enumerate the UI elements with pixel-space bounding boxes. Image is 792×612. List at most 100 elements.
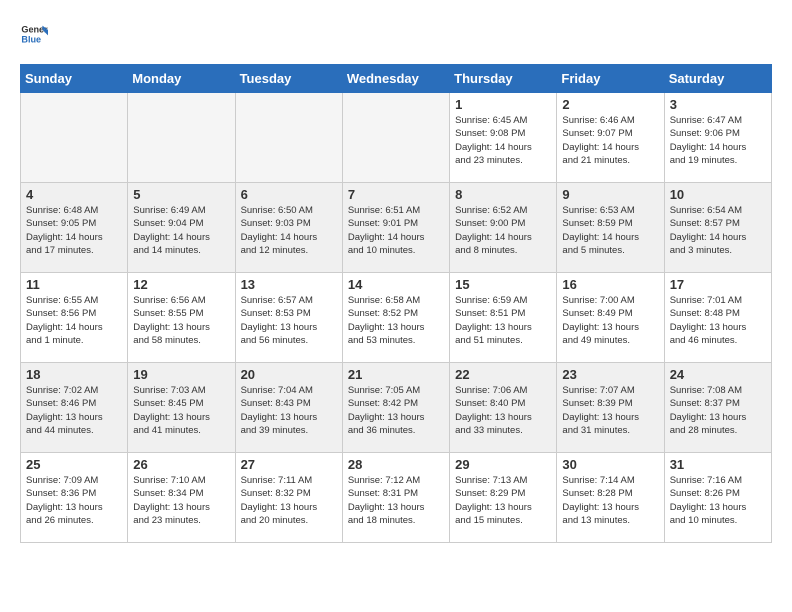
header-row: SundayMondayTuesdayWednesdayThursdayFrid…: [21, 65, 772, 93]
day-cell: [342, 93, 449, 183]
day-cell: 19Sunrise: 7:03 AM Sunset: 8:45 PM Dayli…: [128, 363, 235, 453]
day-info: Sunrise: 6:45 AM Sunset: 9:08 PM Dayligh…: [455, 114, 551, 167]
day-cell: 24 Sunrise: 7:08 AM Sunset: 8:37 PM Dayli…: [664, 363, 771, 453]
day-cell: [128, 93, 235, 183]
day-info: Sunrise: 7:03 AM Sunset: 8:45 PM Dayligh…: [133, 384, 229, 437]
day-number: 29: [455, 457, 551, 472]
header-cell-friday: Friday: [557, 65, 664, 93]
day-info: Sunrise: 7:08 AM Sunset: 8:37 PM Dayligh…: [670, 384, 766, 437]
day-cell: 1 Sunrise: 6:45 AM Sunset: 9:08 PM Daylig…: [450, 93, 557, 183]
day-info: Sunrise: 7:05 AM Sunset: 8:42 PM Dayligh…: [348, 384, 444, 437]
day-cell: 25Sunrise: 7:09 AM Sunset: 8:36 PM Dayli…: [21, 453, 128, 543]
day-cell: 18 Sunrise: 7:02 AM Sunset: 8:46 PM Dayli…: [21, 363, 128, 453]
day-info: Sunrise: 7:09 AM Sunset: 8:36 PM Dayligh…: [26, 474, 122, 527]
logo: General Blue: [20, 20, 48, 48]
day-cell: 27Sunrise: 7:11 AM Sunset: 8:32 PM Dayli…: [235, 453, 342, 543]
day-info: Sunrise: 7:04 AM Sunset: 8:43 PM Dayligh…: [241, 384, 337, 437]
day-info: Sunrise: 6:49 AM Sunset: 9:04 PM Dayligh…: [133, 204, 229, 257]
day-number: 10: [670, 187, 766, 202]
day-info: Sunrise: 7:10 AM Sunset: 8:34 PM Dayligh…: [133, 474, 229, 527]
svg-text:Blue: Blue: [21, 34, 41, 44]
header-cell-sunday: Sunday: [21, 65, 128, 93]
day-cell: 10 Sunrise: 6:54 AM Sunset: 8:57 PM Dayli…: [664, 183, 771, 273]
day-cell: 16 Sunrise: 7:00 AM Sunset: 8:49 PM Dayli…: [557, 273, 664, 363]
day-cell: 5Sunrise: 6:49 AM Sunset: 9:04 PM Daylig…: [128, 183, 235, 273]
day-number: 11: [26, 277, 122, 292]
day-info: Sunrise: 6:46 AM Sunset: 9:07 PM Dayligh…: [562, 114, 658, 167]
day-info: Sunrise: 7:14 AM Sunset: 8:28 PM Dayligh…: [562, 474, 658, 527]
day-cell: 7 Sunrise: 6:51 AM Sunset: 9:01 PM Daylig…: [342, 183, 449, 273]
day-info: Sunrise: 6:57 AM Sunset: 8:53 PM Dayligh…: [241, 294, 337, 347]
day-info: Sunrise: 6:54 AM Sunset: 8:57 PM Dayligh…: [670, 204, 766, 257]
day-cell: 13Sunrise: 6:57 AM Sunset: 8:53 PM Dayli…: [235, 273, 342, 363]
day-info: Sunrise: 6:53 AM Sunset: 8:59 PM Dayligh…: [562, 204, 658, 257]
week-row-2: 4 Sunrise: 6:48 AM Sunset: 9:05 PM Daylig…: [21, 183, 772, 273]
day-number: 27: [241, 457, 337, 472]
day-number: 2: [562, 97, 658, 112]
day-info: Sunrise: 7:13 AM Sunset: 8:29 PM Dayligh…: [455, 474, 551, 527]
day-cell: 9 Sunrise: 6:53 AM Sunset: 8:59 PM Daylig…: [557, 183, 664, 273]
day-cell: [21, 93, 128, 183]
day-cell: 11 Sunrise: 6:55 AM Sunset: 8:56 PM Dayli…: [21, 273, 128, 363]
day-cell: 14 Sunrise: 6:58 AM Sunset: 8:52 PM Dayli…: [342, 273, 449, 363]
day-cell: 4 Sunrise: 6:48 AM Sunset: 9:05 PM Daylig…: [21, 183, 128, 273]
day-cell: 21 Sunrise: 7:05 AM Sunset: 8:42 PM Dayli…: [342, 363, 449, 453]
day-number: 9: [562, 187, 658, 202]
day-cell: 26 Sunrise: 7:10 AM Sunset: 8:34 PM Dayli…: [128, 453, 235, 543]
day-number: 30: [562, 457, 658, 472]
header-cell-tuesday: Tuesday: [235, 65, 342, 93]
day-number: 18: [26, 367, 122, 382]
day-number: 1: [455, 97, 551, 112]
day-number: 20: [241, 367, 337, 382]
day-number: 26: [133, 457, 229, 472]
day-number: 31: [670, 457, 766, 472]
day-info: Sunrise: 7:00 AM Sunset: 8:49 PM Dayligh…: [562, 294, 658, 347]
day-cell: 15 Sunrise: 6:59 AM Sunset: 8:51 PM Dayli…: [450, 273, 557, 363]
day-cell: 23 Sunrise: 7:07 AM Sunset: 8:39 PM Dayli…: [557, 363, 664, 453]
day-info: Sunrise: 6:59 AM Sunset: 8:51 PM Dayligh…: [455, 294, 551, 347]
day-number: 23: [562, 367, 658, 382]
day-info: Sunrise: 6:51 AM Sunset: 9:01 PM Dayligh…: [348, 204, 444, 257]
day-number: 14: [348, 277, 444, 292]
header-cell-wednesday: Wednesday: [342, 65, 449, 93]
day-number: 3: [670, 97, 766, 112]
day-cell: 12 Sunrise: 6:56 AM Sunset: 8:55 PM Dayli…: [128, 273, 235, 363]
day-info: Sunrise: 7:12 AM Sunset: 8:31 PM Dayligh…: [348, 474, 444, 527]
week-row-5: 25Sunrise: 7:09 AM Sunset: 8:36 PM Dayli…: [21, 453, 772, 543]
logo-icon: General Blue: [20, 20, 48, 48]
day-info: Sunrise: 6:50 AM Sunset: 9:03 PM Dayligh…: [241, 204, 337, 257]
day-info: Sunrise: 7:16 AM Sunset: 8:26 PM Dayligh…: [670, 474, 766, 527]
day-number: 22: [455, 367, 551, 382]
day-number: 6: [241, 187, 337, 202]
day-number: 15: [455, 277, 551, 292]
week-row-1: 1 Sunrise: 6:45 AM Sunset: 9:08 PM Daylig…: [21, 93, 772, 183]
day-info: Sunrise: 7:02 AM Sunset: 8:46 PM Dayligh…: [26, 384, 122, 437]
day-cell: 17Sunrise: 7:01 AM Sunset: 8:48 PM Dayli…: [664, 273, 771, 363]
page-header: General Blue: [20, 20, 772, 48]
day-number: 4: [26, 187, 122, 202]
week-row-4: 18 Sunrise: 7:02 AM Sunset: 8:46 PM Dayli…: [21, 363, 772, 453]
day-info: Sunrise: 7:07 AM Sunset: 8:39 PM Dayligh…: [562, 384, 658, 437]
day-info: Sunrise: 7:06 AM Sunset: 8:40 PM Dayligh…: [455, 384, 551, 437]
day-cell: 3 Sunrise: 6:47 AM Sunset: 9:06 PM Daylig…: [664, 93, 771, 183]
header-cell-monday: Monday: [128, 65, 235, 93]
day-info: Sunrise: 6:56 AM Sunset: 8:55 PM Dayligh…: [133, 294, 229, 347]
day-info: Sunrise: 6:58 AM Sunset: 8:52 PM Dayligh…: [348, 294, 444, 347]
day-number: 24: [670, 367, 766, 382]
day-cell: 31 Sunrise: 7:16 AM Sunset: 8:26 PM Dayli…: [664, 453, 771, 543]
day-info: Sunrise: 6:48 AM Sunset: 9:05 PM Dayligh…: [26, 204, 122, 257]
calendar-table: SundayMondayTuesdayWednesdayThursdayFrid…: [20, 64, 772, 543]
day-number: 7: [348, 187, 444, 202]
header-cell-thursday: Thursday: [450, 65, 557, 93]
day-cell: 30 Sunrise: 7:14 AM Sunset: 8:28 PM Dayli…: [557, 453, 664, 543]
day-cell: 2 Sunrise: 6:46 AM Sunset: 9:07 PM Daylig…: [557, 93, 664, 183]
day-info: Sunrise: 6:55 AM Sunset: 8:56 PM Dayligh…: [26, 294, 122, 347]
day-number: 17: [670, 277, 766, 292]
day-number: 21: [348, 367, 444, 382]
day-number: 28: [348, 457, 444, 472]
day-info: Sunrise: 6:52 AM Sunset: 9:00 PM Dayligh…: [455, 204, 551, 257]
day-number: 16: [562, 277, 658, 292]
day-info: Sunrise: 6:47 AM Sunset: 9:06 PM Dayligh…: [670, 114, 766, 167]
day-number: 12: [133, 277, 229, 292]
day-cell: 29 Sunrise: 7:13 AM Sunset: 8:29 PM Dayli…: [450, 453, 557, 543]
